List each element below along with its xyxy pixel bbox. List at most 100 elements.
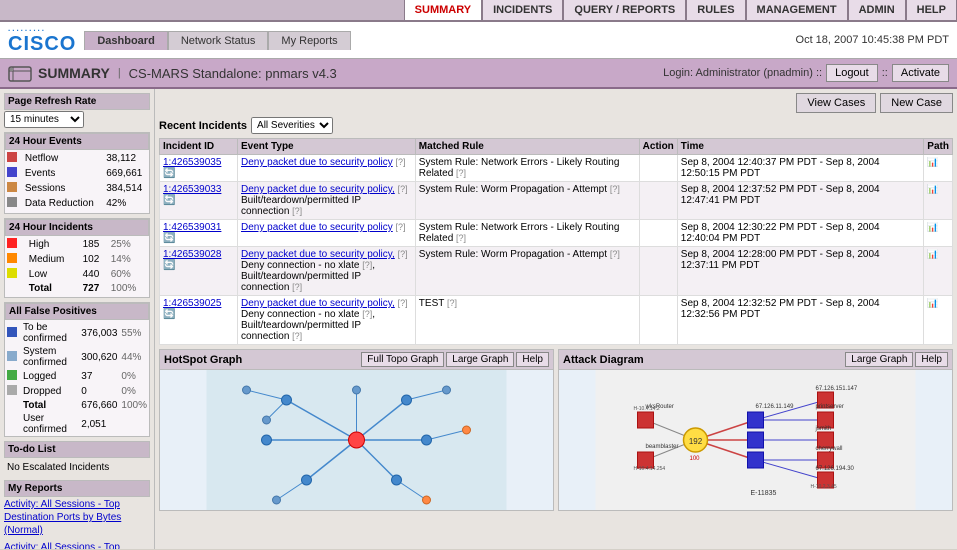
medium-label: Medium <box>27 252 81 267</box>
sessions-color <box>7 182 17 192</box>
path-cell: 📊 <box>924 247 953 296</box>
hotspot-help-button[interactable]: Help <box>516 352 549 367</box>
logout-button[interactable]: Logout <box>826 64 878 82</box>
col-event-type: Event Type <box>238 139 416 155</box>
attack-large-button[interactable]: Large Graph <box>845 352 913 367</box>
summary-divider: | <box>118 67 121 79</box>
activate-button[interactable]: Activate <box>892 64 949 82</box>
top-nav-btn-help[interactable]: HELP <box>906 0 957 20</box>
high-pct: 25% <box>109 237 149 252</box>
top-nav-btn-rules[interactable]: RULES <box>686 0 745 20</box>
incident-row-medium: Medium 102 14% <box>5 252 149 267</box>
fp-row-total: Total 676,660 100% <box>5 399 149 412</box>
events-label: Events <box>23 166 104 181</box>
attack-diagram-panel: Attack Diagram Large Graph Help <box>558 349 953 511</box>
my-reports-title: My Reports <box>4 480 150 497</box>
top-nav-btn-admin[interactable]: ADMIN <box>848 0 906 20</box>
hotspot-svg <box>160 370 553 510</box>
tab-my-reports[interactable]: My Reports <box>268 31 350 50</box>
view-cases-button[interactable]: View Cases <box>796 93 876 113</box>
reduction-label: Data Reduction <box>23 196 104 211</box>
incident-row-total: Total 727 100% <box>5 282 149 295</box>
incident-id-link[interactable]: 1:426539025 <box>163 298 221 309</box>
attack-header: Attack Diagram Large Graph Help <box>559 350 952 370</box>
incident-id-link[interactable]: 1:426539035 <box>163 157 221 168</box>
event-type-link[interactable]: Deny packet due to security policy, <box>241 298 395 309</box>
low-label: Low <box>27 267 81 282</box>
event-row-reduction: Data Reduction 42% <box>5 196 149 211</box>
netflow-value: 38,112 <box>104 151 149 166</box>
attack-help-button[interactable]: Help <box>915 352 948 367</box>
full-topo-button[interactable]: Full Topo Graph <box>361 352 444 367</box>
tab-dashboard[interactable]: Dashboard <box>84 31 167 50</box>
left-panel: Page Refresh Rate 15 minutes 5 minutes 3… <box>0 89 155 549</box>
report-link-1[interactable]: Activity: All Sessions - Top Destination… <box>4 541 150 549</box>
incident-id: 1:426539025 🔄 <box>160 296 238 345</box>
medium-color <box>7 253 17 263</box>
header-datetime: Oct 18, 2007 10:45:38 PM PDT <box>796 34 949 46</box>
fp-total-label: Total <box>21 399 79 412</box>
table-row: 1:426539025 🔄 Deny packet due to securit… <box>160 296 953 345</box>
svg-text:67.126.151.147: 67.126.151.147 <box>816 386 858 392</box>
incident-id: 1:426539033 🔄 <box>160 182 238 220</box>
reduction-value: 42% <box>104 196 149 211</box>
summary-bar: SUMMARY | CS-MARS Standalone: pnmars v4.… <box>0 59 957 89</box>
netflow-color <box>7 152 17 162</box>
incidents-bar: Recent Incidents All Severities High Med… <box>159 117 953 134</box>
event-row-events: Events 669,661 <box>5 166 149 181</box>
svg-text:H-10.4.14.254: H-10.4.14.254 <box>634 466 666 472</box>
top-nav-btn-management[interactable]: MANAGEMENT <box>746 0 848 20</box>
high-value: 185 <box>81 237 109 252</box>
cisco-dots: ......... <box>8 24 46 33</box>
new-case-button[interactable]: New Case <box>880 93 953 113</box>
hotspot-large-button[interactable]: Large Graph <box>446 352 514 367</box>
svg-text:67.126.11.149: 67.126.11.149 <box>756 404 795 410</box>
events-color <box>7 167 17 177</box>
fp-row-toconfirm: To be confirmed 376,003 55% <box>5 321 149 345</box>
incidents-filter[interactable]: All Severities High Medium Low <box>251 117 333 134</box>
matched-rule: System Rule: Network Errors - Likely Rou… <box>415 155 639 182</box>
matched-rule: System Rule: Network Errors - Likely Rou… <box>415 220 639 247</box>
report-link-0[interactable]: Activity: All Sessions - Top Destination… <box>4 498 150 537</box>
action-bar: View Cases New Case <box>159 93 953 113</box>
event-type: Deny packet due to security policy, [?]D… <box>238 296 416 345</box>
sysconfirm-color <box>7 351 17 361</box>
event-type: Deny packet due to security policy [?] <box>238 220 416 247</box>
events-table: Netflow 38,112 Events 669,661 Sessions 3… <box>5 151 149 211</box>
incident-id: 1:426539031 🔄 <box>160 220 238 247</box>
events-value: 669,661 <box>104 166 149 181</box>
tab-network-status[interactable]: Network Status <box>168 31 269 50</box>
refresh-select[interactable]: 15 minutes 5 minutes 30 minutes <box>4 111 84 128</box>
fp-total-pct: 100% <box>119 399 149 412</box>
false-pos-title: All False Positives <box>5 303 149 320</box>
logged-color <box>7 370 17 380</box>
top-nav-btn-summary[interactable]: SUMMARY <box>404 0 482 20</box>
logged-value: 37 <box>79 369 119 384</box>
table-row: 1:426539028 🔄 Deny packet due to securit… <box>160 247 953 296</box>
sysconfirm-label: System confirmed <box>21 345 79 369</box>
incident-id-link[interactable]: 1:426539028 <box>163 249 221 260</box>
action-cell <box>639 247 677 296</box>
top-nav-btn-query[interactable]: QUERY / REPORTS <box>563 0 686 20</box>
col-time: Time <box>677 139 924 155</box>
incidents-table: Incident ID Event Type Matched Rule Acti… <box>159 138 953 345</box>
event-type-link[interactable]: Deny packet due to security policy <box>241 157 393 168</box>
login-text: Login: Administrator (pnadmin) :: <box>663 67 822 79</box>
fp-row-user: User confirmed 2,051 <box>5 412 149 436</box>
top-nav-btn-incidents[interactable]: INCIDENTS <box>482 0 563 20</box>
event-type-link[interactable]: Deny packet due to security policy, <box>241 249 395 260</box>
svg-text:jsmith: jsmith <box>815 426 832 432</box>
low-color <box>7 268 17 278</box>
event-type-link[interactable]: Deny packet due to security policy <box>241 222 393 233</box>
path-cell: 📊 <box>924 220 953 247</box>
logged-pct: 0% <box>119 369 149 384</box>
event-type-link[interactable]: Deny packet due to security policy, <box>241 184 395 195</box>
fp-total-value: 676,660 <box>79 399 119 412</box>
total-pct: 100% <box>109 282 149 295</box>
incident-id-link[interactable]: 1:426539031 <box>163 222 221 233</box>
hotspot-title: HotSpot Graph <box>164 354 242 366</box>
incident-id-link[interactable]: 1:426539033 <box>163 184 221 195</box>
hotspot-graph-panel: HotSpot Graph Full Topo Graph Large Grap… <box>159 349 554 511</box>
events-24hr-section: 24 Hour Events Netflow 38,112 Events 669… <box>4 132 150 214</box>
time-cell: Sep 8, 2004 12:40:37 PM PDT - Sep 8, 200… <box>677 155 924 182</box>
